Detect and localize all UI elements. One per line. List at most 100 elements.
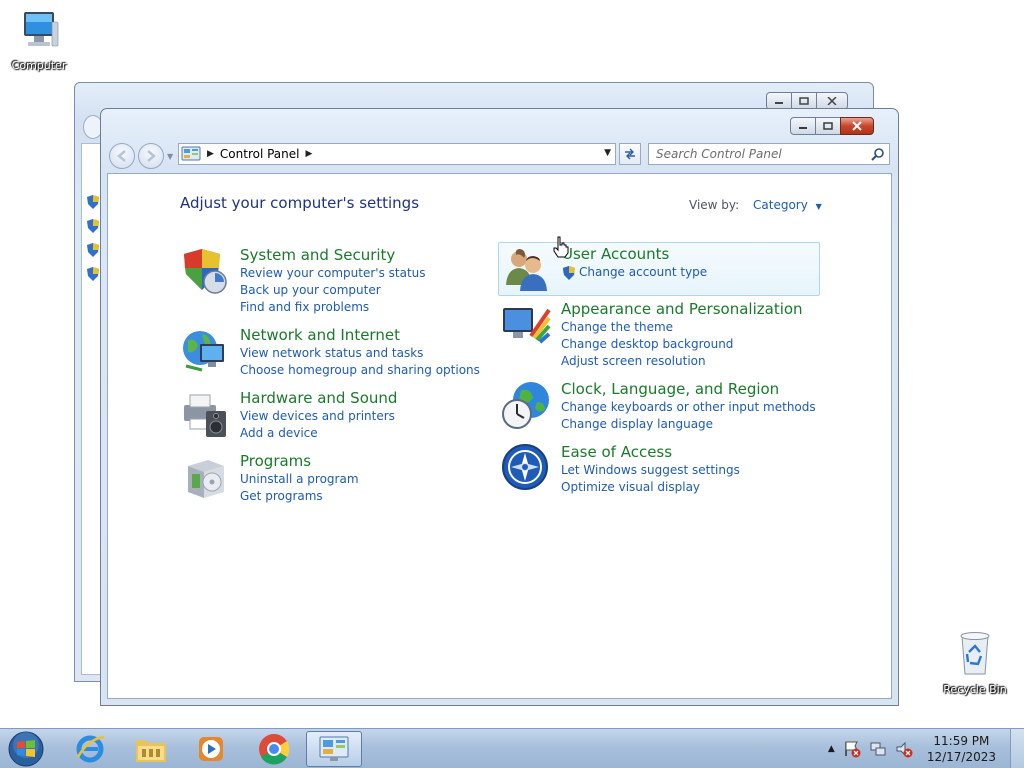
arrow-right-icon [147, 150, 156, 162]
link-find-fix[interactable]: Find and fix problems [240, 299, 426, 316]
link-optimize-display[interactable]: Optimize visual display [561, 479, 740, 496]
show-desktop-button[interactable] [1010, 729, 1024, 768]
breadcrumb-separator-icon[interactable]: ▶ [207, 149, 214, 159]
recent-pages-dropdown[interactable]: ▼ [167, 152, 173, 161]
link-devices-printers[interactable]: View devices and printers [240, 408, 397, 425]
link-review-status[interactable]: Review your computer's status [240, 265, 426, 282]
maximize-button[interactable] [815, 117, 841, 135]
link-back-up[interactable]: Back up your computer [240, 282, 426, 299]
view-by-dropdown[interactable]: Category [753, 198, 808, 212]
background-shield-icons [87, 195, 99, 291]
clock-time: 11:59 PM [933, 734, 990, 748]
link-change-theme[interactable]: Change the theme [561, 319, 803, 336]
internet-explorer-icon [76, 735, 105, 763]
close-button[interactable] [840, 117, 874, 135]
category-user-accounts[interactable]: User Accounts Change account type [498, 242, 820, 296]
link-desktop-background[interactable]: Change desktop background [561, 336, 803, 353]
volume-muted-icon[interactable] [895, 740, 913, 758]
minimize-icon [775, 102, 783, 104]
taskbar-windows-media-player[interactable] [183, 731, 239, 767]
chevron-down-icon[interactable]: ▼ [816, 202, 822, 211]
ease-of-access-icon [502, 444, 548, 490]
forward-button[interactable] [138, 143, 164, 169]
link-screen-resolution[interactable]: Adjust screen resolution [561, 353, 803, 370]
category-title[interactable]: Appearance and Personalization [561, 300, 803, 319]
hand-pointer-icon [553, 236, 569, 258]
category-network-internet: Network and Internet View network status… [180, 326, 480, 379]
network-globe-icon [183, 331, 224, 372]
uac-shield-icon [563, 265, 575, 280]
control-panel-window[interactable]: ▼ ▶ Control Panel ▶ ▼ Adjust your comput… [100, 108, 899, 706]
folder-icon [136, 740, 166, 762]
control-panel-icon [319, 736, 349, 761]
control-panel-content: Adjust your computer's settings View by:… [107, 173, 892, 699]
link-network-status[interactable]: View network status and tasks [240, 345, 480, 362]
link-uninstall[interactable]: Uninstall a program [240, 471, 359, 488]
link-suggest-settings[interactable]: Let Windows suggest settings [561, 462, 740, 479]
category-system-security: System and Security Review your computer… [180, 246, 426, 316]
breadcrumb-separator-icon[interactable]: ▶ [306, 149, 313, 159]
clock[interactable]: 11:59 PM 12/17/2023 [927, 733, 996, 765]
breadcrumb-control-panel[interactable]: Control Panel [220, 147, 300, 161]
minimize-icon [799, 127, 807, 129]
view-by: View by: Category ▼ [689, 198, 822, 212]
view-by-label: View by: [689, 198, 740, 212]
clock-date: 12/17/2023 [926, 750, 996, 764]
taskbar-internet-explorer[interactable] [62, 731, 118, 767]
taskbar-google-chrome[interactable] [246, 731, 302, 767]
monitor-palette-icon [503, 308, 551, 344]
minimize-button[interactable] [790, 117, 816, 135]
control-panel-icon [181, 146, 201, 161]
category-title[interactable]: System and Security [240, 246, 426, 265]
shield-icon [87, 195, 99, 209]
link-get-programs[interactable]: Get programs [240, 488, 359, 505]
printer-speaker-icon [184, 394, 226, 437]
category-appearance: Appearance and Personalization Change th… [501, 300, 803, 370]
computer-label: Computer [11, 59, 67, 72]
network-icon[interactable] [869, 740, 887, 758]
search-box[interactable] [648, 143, 890, 165]
shield-icon [87, 219, 99, 233]
shield-icon [184, 249, 227, 294]
show-hidden-icons-icon[interactable]: ▲ [828, 744, 835, 754]
windows-logo-icon [8, 731, 44, 767]
recycle-bin-desktop-icon[interactable]: Recycle Bin [940, 630, 1010, 696]
page-title: Adjust your computer's settings [180, 194, 420, 212]
computer-desktop-icon[interactable]: Computer [4, 8, 74, 72]
category-clock-language-region: Clock, Language, and Region Change keybo… [501, 380, 816, 433]
category-title[interactable]: Programs [240, 452, 359, 471]
category-title[interactable]: Clock, Language, and Region [561, 380, 816, 399]
link-change-account-type[interactable]: Change account type [579, 264, 707, 281]
computer-icon [24, 12, 59, 47]
users-icon [506, 249, 547, 291]
taskbar: ▲ 11:59 PM 12/17/2023 [0, 728, 1024, 768]
refresh-button[interactable] [619, 143, 641, 165]
link-homegroup[interactable]: Choose homegroup and sharing options [240, 362, 480, 379]
link-add-device[interactable]: Add a device [240, 425, 397, 442]
maximize-icon [823, 122, 833, 130]
taskbar-control-panel[interactable] [306, 731, 362, 767]
taskbar-windows-explorer[interactable] [123, 731, 179, 767]
clock-globe-icon [502, 382, 549, 429]
category-title[interactable]: User Accounts [562, 245, 707, 264]
media-player-icon [199, 737, 223, 761]
caption-buttons [790, 117, 874, 135]
action-center-flag-icon[interactable] [843, 740, 861, 758]
link-change-keyboards[interactable]: Change keyboards or other input methods [561, 399, 816, 416]
address-bar[interactable]: ▶ Control Panel ▶ ▼ [178, 143, 616, 165]
category-title[interactable]: Hardware and Sound [240, 389, 397, 408]
link-display-language[interactable]: Change display language [561, 416, 816, 433]
system-tray: ▲ 11:59 PM 12/17/2023 [824, 729, 1024, 768]
category-title[interactable]: Network and Internet [240, 326, 480, 345]
category-title[interactable]: Ease of Access [561, 443, 740, 462]
search-icon[interactable] [871, 147, 885, 161]
close-icon [827, 97, 837, 105]
shield-icon [87, 243, 99, 257]
close-icon [852, 121, 862, 131]
back-button[interactable] [109, 143, 135, 169]
search-input[interactable] [649, 144, 864, 164]
refresh-icon [625, 148, 635, 160]
chrome-icon [259, 734, 290, 765]
address-dropdown-icon[interactable]: ▼ [604, 148, 611, 158]
start-button[interactable] [6, 731, 46, 767]
